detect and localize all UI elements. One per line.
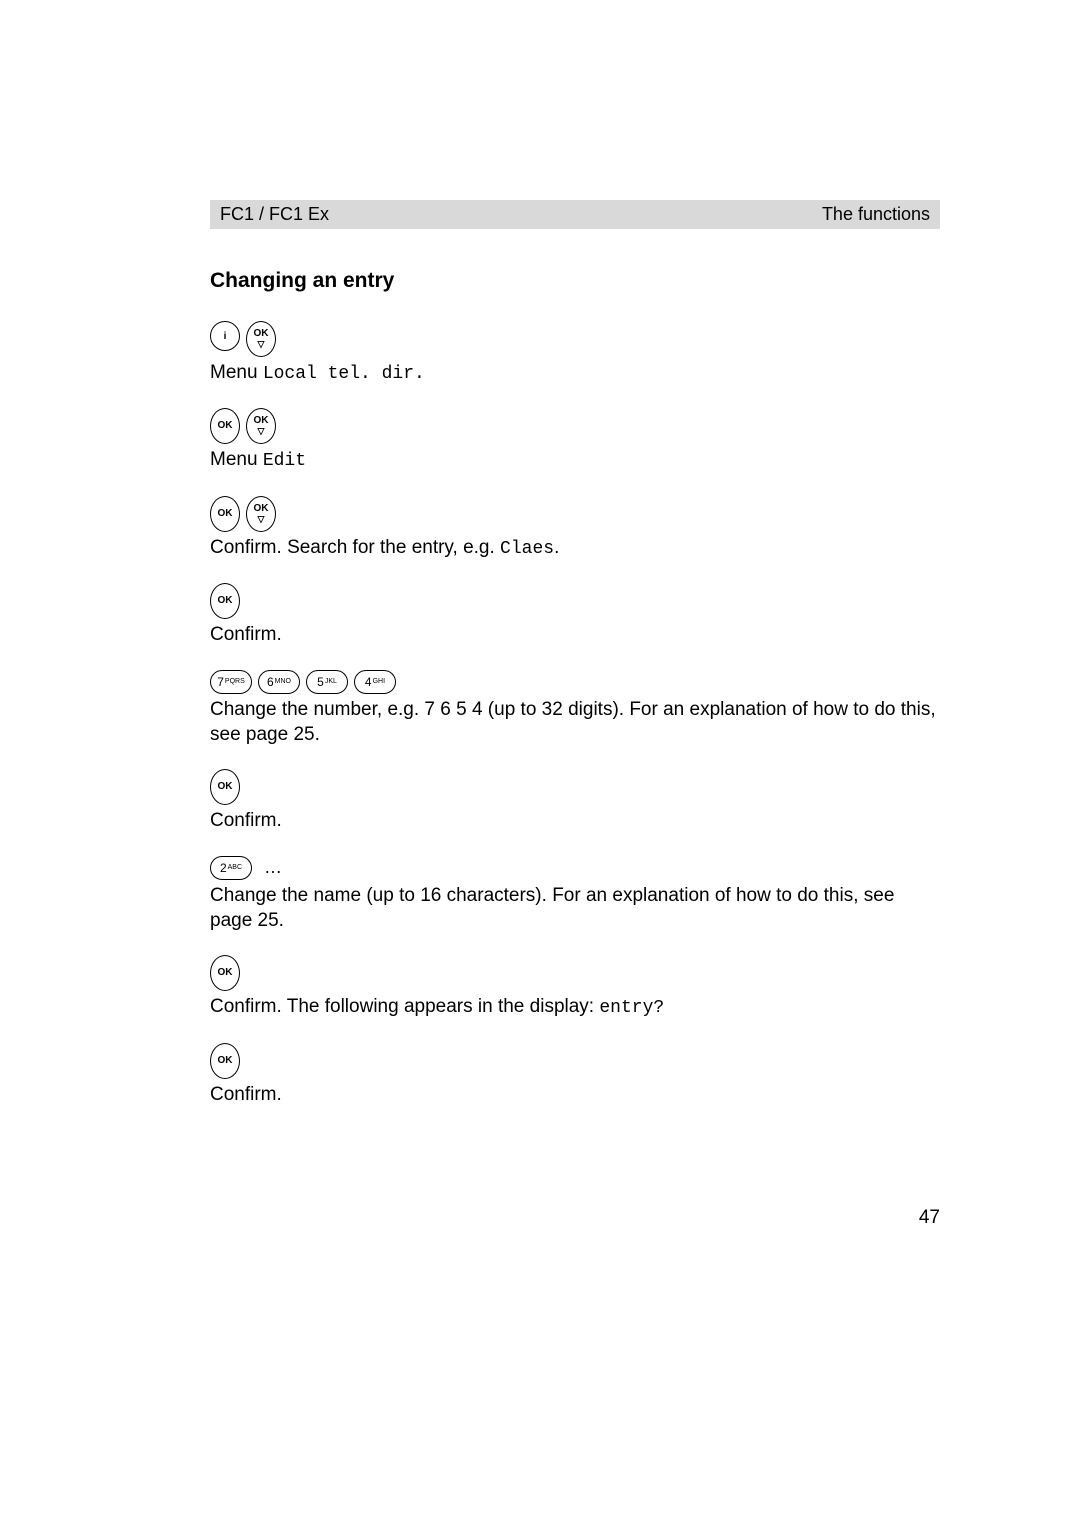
step-4-text: Confirm. [210, 623, 940, 648]
step-2: OK OK ▽ Menu Edit [210, 408, 940, 473]
ok-button-icon: OK [210, 769, 240, 805]
step-6-buttons: OK [210, 769, 940, 805]
step-3: OK OK ▽ Confirm. Search for the entry, e… [210, 496, 940, 561]
step-4-buttons: OK [210, 583, 940, 619]
step-5-text: Change the number, e.g. 7 6 5 4 (up to 3… [210, 698, 940, 747]
ellipsis-icon: … [264, 857, 282, 878]
ok-button-icon: OK [210, 583, 240, 619]
key-5-icon: 5JKL [306, 670, 348, 694]
step-3-buttons: OK OK ▽ [210, 496, 940, 532]
step-9-text: Confirm. [210, 1083, 940, 1108]
page-number: 47 [210, 1207, 940, 1229]
key-7-icon: 7PQRS [210, 670, 252, 694]
step-9-buttons: OK [210, 1043, 940, 1079]
header-right: The functions [822, 204, 930, 225]
ok-button-icon: OK [210, 955, 240, 991]
ok-down-button-icon: OK ▽ [246, 496, 276, 532]
ok-button-icon: OK [210, 408, 240, 444]
ok-down-button-icon: OK ▽ [246, 408, 276, 444]
ok-down-button-icon: OK ▽ [246, 321, 276, 357]
ok-button-icon: OK [210, 496, 240, 532]
step-5-buttons: 7PQRS 6MNO 5JKL 4GHI [210, 670, 940, 694]
step-6-text: Confirm. [210, 809, 940, 834]
step-2-text: Menu Edit [210, 448, 940, 473]
i-button-icon: i [210, 321, 240, 351]
step-3-text: Confirm. Search for the entry, e.g. Clae… [210, 536, 940, 561]
key-6-icon: 6MNO [258, 670, 300, 694]
header-left: FC1 / FC1 Ex [220, 204, 329, 225]
step-8-text: Confirm. The following appears in the di… [210, 995, 940, 1020]
section-title: Changing an entry [210, 269, 940, 293]
step-7: 2ABC … Change the name (up to 16 charact… [210, 856, 940, 933]
step-1: i OK ▽ Menu Local tel. dir. [210, 321, 940, 386]
step-4: OK Confirm. [210, 583, 940, 648]
step-7-buttons: 2ABC … [210, 856, 940, 880]
step-2-buttons: OK OK ▽ [210, 408, 940, 444]
ok-button-icon: OK [210, 1043, 240, 1079]
step-8: OK Confirm. The following appears in the… [210, 955, 940, 1020]
step-6: OK Confirm. [210, 769, 940, 834]
key-2-icon: 2ABC [210, 856, 252, 880]
key-4-icon: 4GHI [354, 670, 396, 694]
step-1-buttons: i OK ▽ [210, 321, 940, 357]
step-1-text: Menu Local tel. dir. [210, 361, 940, 386]
step-8-buttons: OK [210, 955, 940, 991]
header-bar: FC1 / FC1 Ex The functions [210, 200, 940, 229]
page: FC1 / FC1 Ex The functions Changing an e… [0, 0, 1080, 1309]
step-9: OK Confirm. [210, 1043, 940, 1108]
step-7-text: Change the name (up to 16 characters). F… [210, 884, 940, 933]
step-5: 7PQRS 6MNO 5JKL 4GHI Change the number, … [210, 670, 940, 747]
